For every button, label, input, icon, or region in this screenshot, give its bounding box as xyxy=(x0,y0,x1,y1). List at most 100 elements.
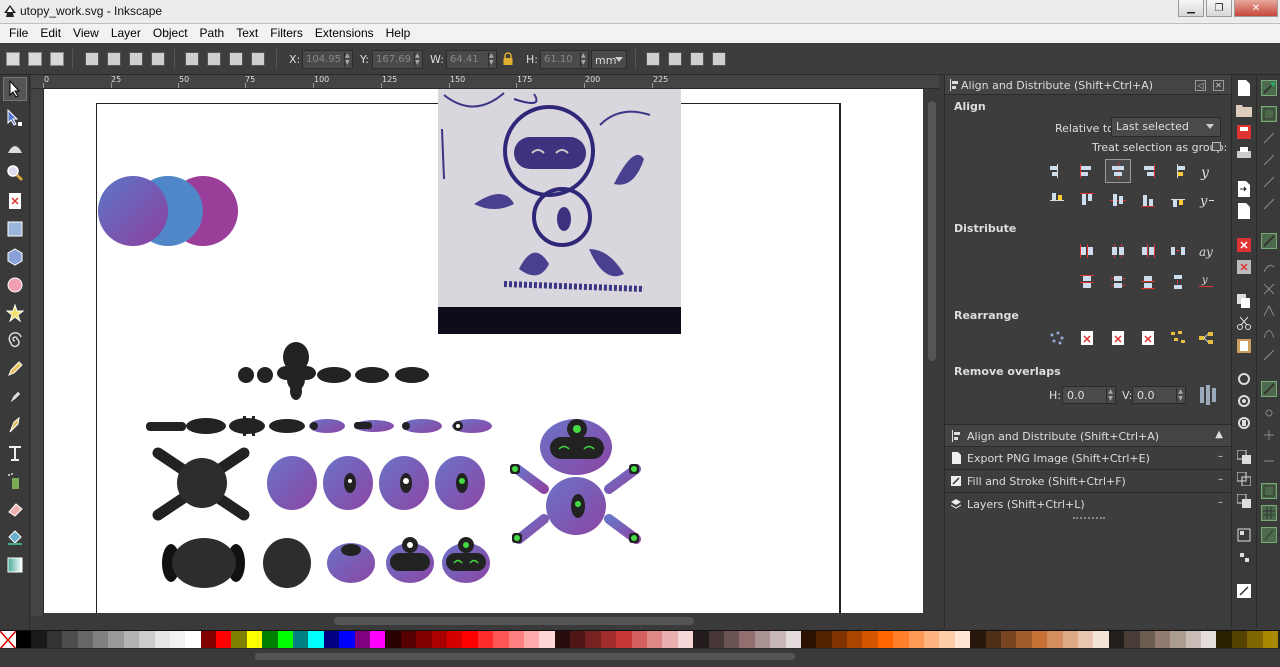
print-icon[interactable] xyxy=(1236,146,1252,162)
silhouette-row-1[interactable] xyxy=(238,342,429,400)
color-swatch[interactable] xyxy=(831,631,848,649)
gradient-heads-row[interactable] xyxy=(267,456,485,510)
color-swatch[interactable] xyxy=(16,631,32,649)
color-swatch[interactable] xyxy=(1016,631,1032,649)
align-left-icon[interactable] xyxy=(1074,159,1100,183)
color-swatch[interactable] xyxy=(862,631,878,649)
color-swatch[interactable] xyxy=(1031,631,1048,649)
distribute-baseline-horizontal-icon[interactable]: ay xyxy=(1193,239,1219,263)
align-baseline-horizontal-icon[interactable]: y xyxy=(1193,159,1219,183)
collapse-arrow-icon[interactable]: ▲ xyxy=(1215,429,1223,440)
color-swatch[interactable] xyxy=(154,631,170,649)
color-swatch[interactable] xyxy=(31,631,47,649)
distribute-gaps-horizontal-icon[interactable] xyxy=(1165,239,1191,263)
color-swatch[interactable] xyxy=(1047,631,1063,649)
snap-rotation-centers-icon[interactable] xyxy=(1261,427,1277,443)
color-swatch[interactable] xyxy=(939,631,955,649)
gradient-circle[interactable] xyxy=(98,176,168,246)
dock-tab-export-png[interactable]: Export PNG Image (Shift+Ctrl+E) – xyxy=(945,446,1231,468)
close-button[interactable]: ✕ xyxy=(1234,0,1278,17)
zoom-drawing-icon[interactable] xyxy=(1236,393,1252,409)
deselect-icon[interactable] xyxy=(47,49,67,69)
pencil-tool[interactable] xyxy=(3,357,27,381)
unit-dropdown[interactable]: mm xyxy=(591,50,627,69)
color-swatch[interactable] xyxy=(293,631,309,649)
color-swatch[interactable] xyxy=(416,631,432,649)
star-tool[interactable] xyxy=(3,301,27,325)
select-all-layers-icon[interactable] xyxy=(25,49,45,69)
treat-as-group-checkbox[interactable] xyxy=(1212,142,1221,151)
three-circles-group[interactable] xyxy=(98,176,238,246)
duplicate-icon[interactable] xyxy=(1236,449,1252,465)
panel-iconify-icon[interactable]: ◁ xyxy=(1195,80,1206,91)
align-left-to-right-icon[interactable] xyxy=(1165,159,1191,183)
color-swatch[interactable] xyxy=(723,631,740,649)
color-swatch[interactable] xyxy=(339,631,355,649)
h-input[interactable]: 61.10 ▲ ▼ xyxy=(540,50,589,69)
horizontal-scrollbar[interactable] xyxy=(44,614,939,628)
menu-view[interactable]: View xyxy=(67,24,105,43)
ellipse-tool[interactable] xyxy=(3,273,27,297)
color-swatch[interactable] xyxy=(1201,631,1217,649)
color-swatch[interactable] xyxy=(139,631,155,649)
color-swatch[interactable] xyxy=(1216,631,1232,649)
dock-tab-align[interactable]: Align and Distribute (Shift+Ctrl+A) ▲ xyxy=(945,424,1231,446)
color-swatch[interactable] xyxy=(92,631,109,649)
lower-icon[interactable] xyxy=(226,49,246,69)
distribute-right-edges-icon[interactable] xyxy=(1135,239,1161,263)
zoom-page-icon[interactable] xyxy=(1236,415,1252,431)
zoom-tool[interactable] xyxy=(3,161,27,185)
rectangle-tool[interactable] xyxy=(3,217,27,241)
scale-stroke-icon[interactable] xyxy=(643,49,663,69)
vertical-scrollbar[interactable] xyxy=(925,89,939,616)
menu-filters[interactable]: Filters xyxy=(264,24,309,43)
menu-edit[interactable]: Edit xyxy=(34,24,67,43)
color-swatch[interactable] xyxy=(108,631,124,649)
snap-bbox-midpoints-icon[interactable] xyxy=(1261,174,1277,190)
relative-to-dropdown[interactable]: Last selected xyxy=(1111,117,1221,137)
eraser-tool[interactable] xyxy=(3,497,27,521)
flip-vertical-icon[interactable] xyxy=(148,49,168,69)
redo-icon[interactable] xyxy=(1236,259,1252,275)
transform-patterns-icon[interactable] xyxy=(709,49,729,69)
menu-text[interactable]: Text xyxy=(230,24,264,43)
w-input[interactable]: 64.41 ▲ ▼ xyxy=(446,50,497,69)
snap-paths-icon[interactable] xyxy=(1261,259,1277,275)
import-icon[interactable] xyxy=(1236,181,1252,197)
color-swatch[interactable] xyxy=(216,631,232,649)
distribute-gaps-vertical-icon[interactable] xyxy=(1165,270,1191,294)
distribute-centers-vertical-icon[interactable] xyxy=(1105,270,1131,294)
color-swatch[interactable] xyxy=(508,631,524,649)
snap-midpoints-icon[interactable] xyxy=(1261,347,1277,363)
color-swatch[interactable] xyxy=(493,631,509,649)
color-swatch[interactable] xyxy=(123,631,140,649)
color-swatch[interactable] xyxy=(231,631,247,649)
snap-cusp-nodes-icon[interactable] xyxy=(1261,303,1277,319)
enable-snapping-icon[interactable] xyxy=(1261,80,1277,96)
align-baseline-vertical-icon[interactable]: y xyxy=(1193,188,1219,212)
open-folder-icon[interactable] xyxy=(1236,102,1252,118)
color-swatch[interactable] xyxy=(893,631,909,649)
color-swatch[interactable] xyxy=(477,631,494,649)
new-document-icon[interactable] xyxy=(1236,80,1252,96)
align-right-icon[interactable] xyxy=(1135,159,1161,183)
color-swatch[interactable] xyxy=(1247,631,1263,649)
menu-object[interactable]: Object xyxy=(147,24,194,43)
color-swatch[interactable] xyxy=(1185,631,1202,649)
paint-bucket-tool[interactable] xyxy=(3,525,27,549)
color-swatch[interactable] xyxy=(462,631,478,649)
group-icon[interactable] xyxy=(1236,527,1252,543)
h-gap-spinner[interactable]: ▲ ▼ xyxy=(1106,388,1114,402)
scrollbar-thumb[interactable] xyxy=(334,617,694,625)
sketch-photo[interactable] xyxy=(438,89,681,334)
color-swatch[interactable] xyxy=(354,631,370,649)
color-swatch[interactable] xyxy=(954,631,971,649)
color-swatch[interactable] xyxy=(785,631,801,649)
align-top-to-bottom-icon[interactable] xyxy=(1165,188,1191,212)
distribute-baseline-vertical-icon[interactable]: y xyxy=(1193,270,1219,294)
color-swatch[interactable] xyxy=(539,631,555,649)
minimize-icon[interactable]: – xyxy=(1218,474,1223,485)
raise-to-top-icon[interactable] xyxy=(182,49,202,69)
exchange-clockwise-icon[interactable] xyxy=(1135,326,1161,350)
palette-scrollbar[interactable] xyxy=(255,653,795,660)
